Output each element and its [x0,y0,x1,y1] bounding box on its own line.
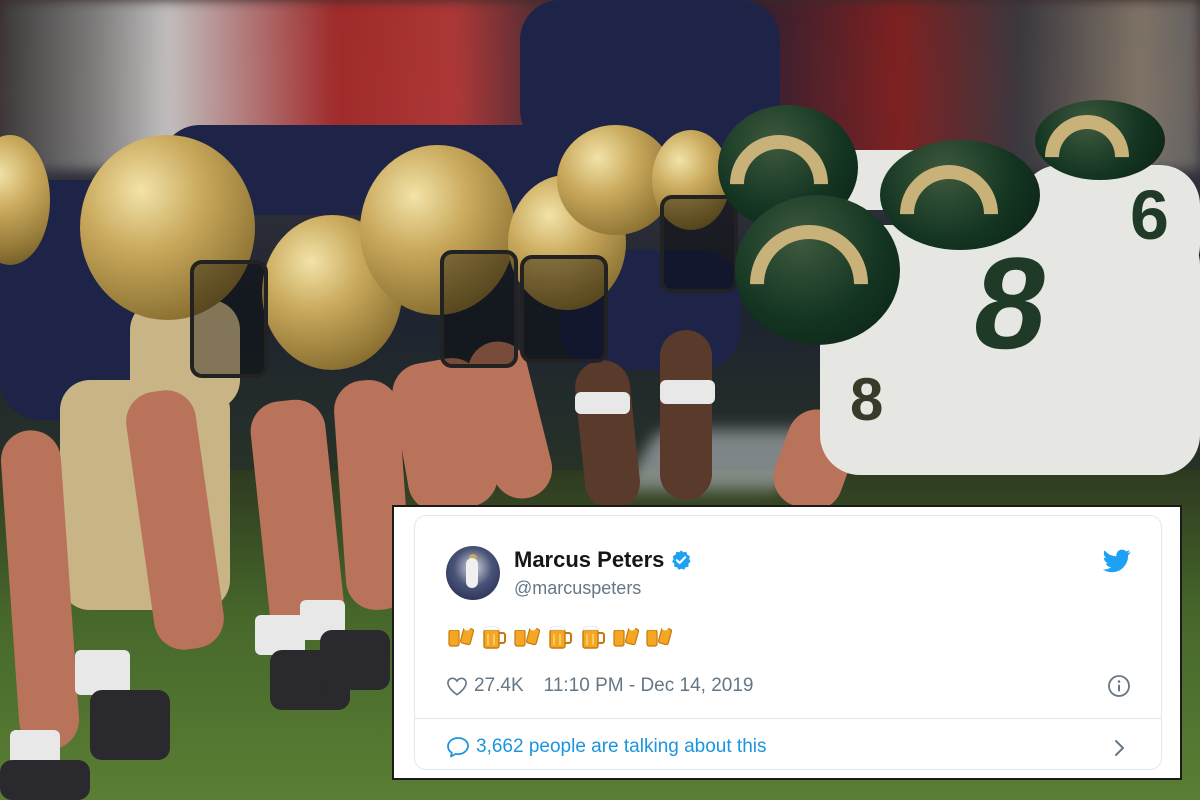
beer-mug-icon [545,621,575,651]
conversation-count[interactable]: 3,662 people are talking about this [476,736,767,758]
heart-icon[interactable] [446,676,468,696]
info-icon[interactable] [1107,674,1131,698]
tweet-meta: 27.4K 11:10 PM - Dec 14, 2019 [446,674,753,698]
conversation-link[interactable]: 3,662 people are talking about this [446,734,767,760]
cleat [90,690,170,760]
chevron-right-icon[interactable] [1113,738,1127,758]
twitter-bird-icon[interactable] [1103,549,1131,573]
author-row: Marcus Peters [514,545,692,575]
beer-mug-icon [578,621,608,651]
tweet-frame: Marcus Peters @marcuspeters 27.4K 11:10 … [392,505,1182,780]
beer-mugs-icon [512,621,542,651]
wristband [575,392,630,414]
cleat [320,630,390,690]
face-mask [520,255,608,363]
beer-mugs-icon [446,621,476,651]
beer-mug-icon [479,621,509,651]
beer-mugs-icon [644,621,674,651]
player-arm [660,330,712,500]
avatar-figure [466,558,478,588]
tweet-text [446,621,674,655]
jersey-number: 6 [1130,176,1169,254]
author-handle[interactable]: @marcuspeters [514,578,641,599]
face-mask [660,195,738,293]
tweet-card[interactable]: Marcus Peters @marcuspeters 27.4K 11:10 … [414,515,1162,770]
white-sock [255,615,305,655]
tweet-timestamp[interactable]: 11:10 PM - Dec 14, 2019 [544,675,754,697]
verified-badge-icon [672,550,692,570]
author-name[interactable]: Marcus Peters [514,547,664,573]
face-mask [440,250,518,368]
white-sock [75,650,130,695]
like-count[interactable]: 27.4K [474,675,524,697]
face-mask [190,260,268,378]
cleat [0,760,90,800]
jersey-number: 8 [850,366,884,433]
avatar[interactable] [446,546,500,600]
beer-mugs-icon [611,621,641,651]
divider [415,718,1161,719]
speech-bubble-icon [447,737,469,758]
wristband [660,380,715,404]
